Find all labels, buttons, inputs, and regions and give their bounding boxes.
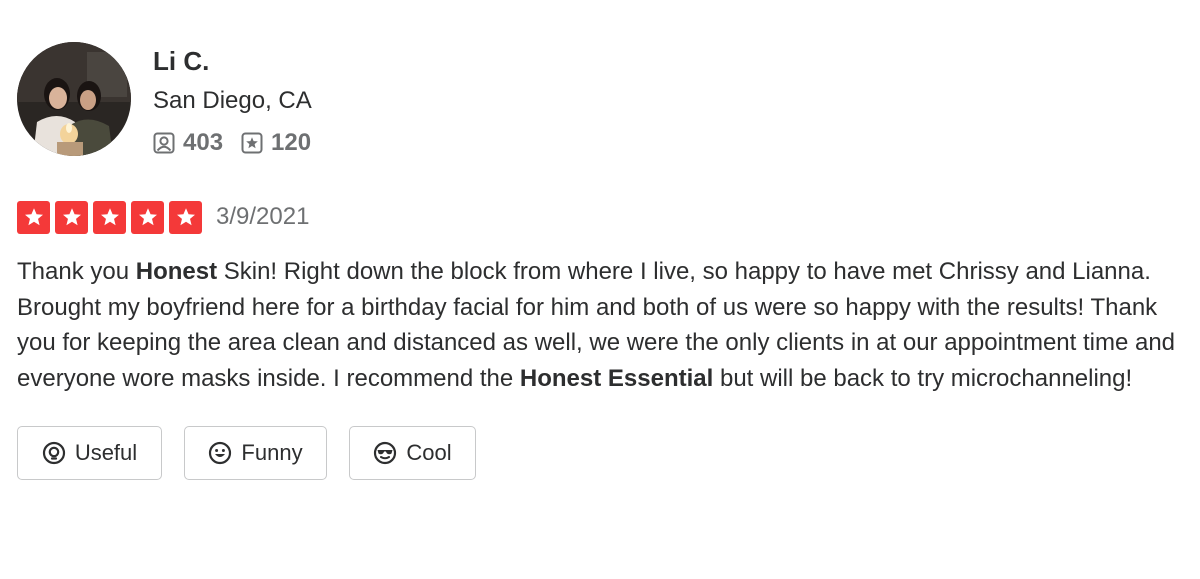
funny-button[interactable]: Funny [184, 426, 327, 480]
funny-label: Funny [241, 440, 303, 465]
cool-button[interactable]: Cool [349, 426, 476, 480]
smile-icon [209, 441, 232, 465]
avatar[interactable] [17, 42, 131, 156]
friends-count: 403 [183, 129, 224, 156]
useful-button[interactable]: Useful [17, 426, 162, 480]
user-name[interactable]: Li C. [153, 44, 329, 78]
star-icon [17, 200, 50, 234]
reviews-count: 120 [271, 129, 312, 156]
useful-label: Useful [74, 440, 138, 465]
sunglasses-icon [374, 441, 397, 465]
reviews-stat: 120 [241, 126, 311, 160]
user-location: San Diego, CA [153, 87, 312, 114]
review-card: Li C. San Diego, CA 403 120 3/9/2021 Tha… [17, 42, 1187, 480]
review-text-part: Thank you [17, 258, 136, 285]
review-date: 3/9/2021 [216, 203, 310, 230]
user-stats: 403 120 [153, 126, 329, 160]
review-text: Thank you Honest Skin! Right down the bl… [17, 254, 1177, 396]
reaction-buttons: Useful Funny Cool [17, 426, 1187, 480]
friends-icon [153, 132, 175, 154]
user-passport: Li C. San Diego, CA 403 120 [17, 42, 1187, 160]
star-icon [131, 200, 164, 234]
star-icon [55, 200, 88, 234]
friends-stat: 403 [153, 126, 223, 160]
user-info: Li C. San Diego, CA 403 120 [153, 42, 329, 160]
star-rating [17, 200, 207, 234]
review-text-part: but will be back to try microchanneling! [713, 364, 1133, 392]
lightbulb-icon [42, 441, 65, 465]
star-icon [169, 200, 202, 234]
review-star-icon [241, 132, 263, 154]
review-text-bold: Honest Essential [519, 364, 714, 392]
review-text-bold: Honest [135, 258, 218, 285]
rating-row: 3/9/2021 [17, 200, 1187, 234]
star-icon [93, 200, 126, 234]
cool-label: Cool [406, 440, 452, 465]
